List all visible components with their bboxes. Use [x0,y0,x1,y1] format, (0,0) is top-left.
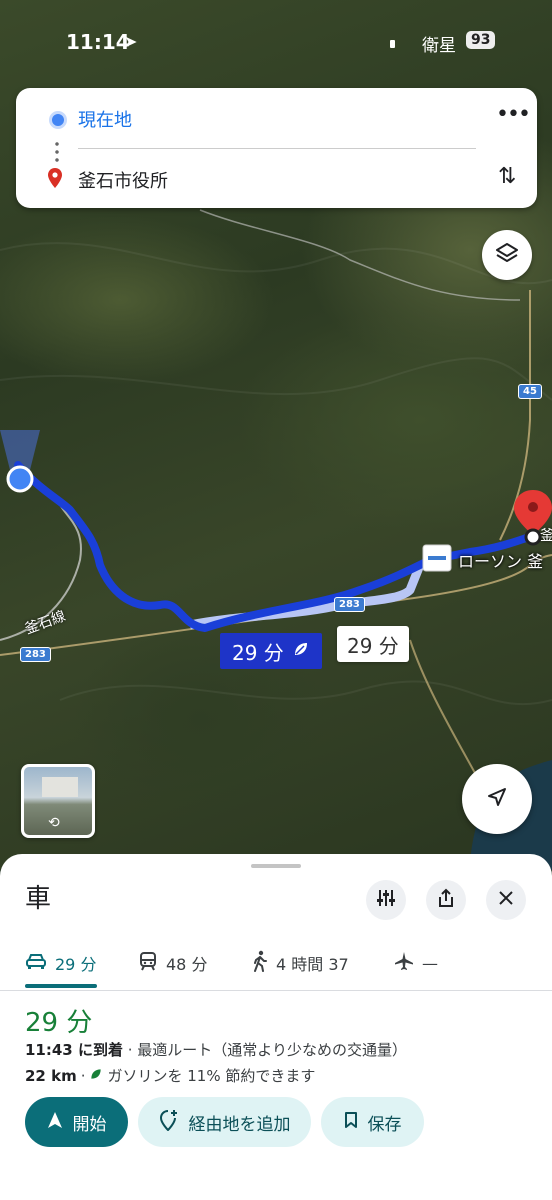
sliders-icon [376,888,396,912]
save-button[interactable]: 保存 [321,1097,424,1147]
travel-mode-tabs: 29 分 48 分 4 時間 37 — [0,938,552,990]
route-note: · 最適ルート（通常より少なめの交通量） [122,1041,407,1059]
navigation-arrow-icon [485,785,509,813]
tab-flights-label: — [422,953,438,973]
layers-button[interactable] [482,230,532,280]
origin-field[interactable]: 現在地 [78,106,132,132]
alternate-route-badge[interactable]: 29 分 [337,626,409,662]
share-icon [437,888,455,912]
route-shield-283: 283 [20,647,51,662]
street-view-thumbnail[interactable]: ⟲ [21,764,95,838]
location-arrow-icon: ➤ [124,32,138,51]
mode-title: 車 [25,884,52,914]
arrival-info: 11:43 に到着 · 最適ルート（通常より少なめの交通量） [25,1039,407,1060]
tab-driving-label: 29 分 [55,955,97,974]
plane-icon [394,951,414,975]
route-shield-283: 283 [334,597,365,612]
destination-field[interactable]: 釜石市役所 [78,167,168,193]
tab-flights[interactable]: — [394,938,438,988]
destination-map-label: 釜 [540,528,552,544]
clock: 11:14 [66,30,130,54]
swap-icon[interactable]: ⇅ [498,164,516,189]
start-label: 開始 [72,1114,107,1135]
battery-indicator: 93 [466,31,496,49]
route-shield-45: 45 [518,384,542,399]
leaf-icon [292,639,310,663]
route-dots-icon [55,140,59,164]
eco-info: 22 km · ガソリンを 11% 節約できます [25,1066,316,1086]
alt-route-time: 29 分 [347,633,399,658]
leaf-icon [89,1067,103,1085]
navigation-icon [47,1111,63,1134]
satellite-map[interactable]: 11:14 ➤ 衛星 93 現在地 釜石市役所 ••• ⇅ 45 283 283… [0,0,552,870]
tab-driving[interactable]: 29 分 [25,938,96,988]
current-location-dot [6,465,34,493]
car-icon [25,952,47,974]
save-label: 保存 [367,1114,402,1135]
signal-icon [390,40,395,48]
start-button[interactable]: 開始 [25,1097,128,1147]
active-tab-indicator [25,984,97,988]
layers-icon [495,241,519,269]
route-options-button[interactable] [366,880,406,920]
close-button[interactable] [486,880,526,920]
add-location-icon [159,1109,179,1136]
recenter-button[interactable] [462,764,532,834]
trip-duration: 29 分 [25,1008,93,1038]
tab-walking-label: 4 時間 37 [276,955,349,974]
add-stop-label: 経由地を追加 [188,1114,291,1135]
more-options-button[interactable]: ••• [496,102,531,127]
tab-walking[interactable]: 4 時間 37 [252,938,349,988]
directions-card: 現在地 釜石市役所 ••• ⇅ [16,88,537,208]
arrival-time: 11:43 に到着 [25,1041,123,1059]
divider [78,148,476,149]
tab-transit[interactable]: 48 分 [138,938,207,988]
divider [0,990,552,991]
add-stop-button[interactable]: 経由地を追加 [138,1097,311,1147]
rotate-360-icon: ⟲ [48,815,60,831]
origin-dot-icon [49,111,67,129]
drag-handle[interactable] [251,864,301,868]
train-icon [138,951,158,975]
walk-icon [252,950,268,976]
fuel-saving-note: ガソリンを 11% 節約できます [107,1067,316,1085]
status-bar: 11:14 ➤ 衛星 93 [0,0,552,80]
directions-sheet: 車 29 分 48 分 4 時間 37 — 29 分 11:43 に到着 · 最… [0,854,552,1200]
share-button[interactable] [426,880,466,920]
primary-route-time: 29 分 [232,640,284,665]
destination-pin-icon [48,168,62,192]
poi-label[interactable]: ローソン 釜 [458,548,543,572]
bookmark-icon [344,1111,358,1134]
trip-distance: 22 km [25,1066,77,1085]
carrier-label: 衛星 [422,36,456,56]
tab-transit-label: 48 分 [166,955,208,974]
primary-route-badge[interactable]: 29 分 [220,633,322,669]
close-icon [498,890,514,910]
